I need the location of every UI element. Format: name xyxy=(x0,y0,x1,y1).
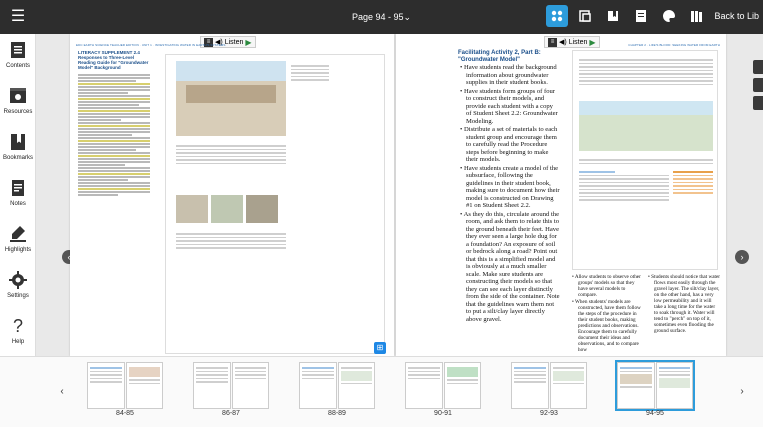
thumbnail-90-91[interactable]: 90-91 xyxy=(398,362,488,418)
layout-icon[interactable] xyxy=(546,5,569,27)
speaker-icon: ◀) xyxy=(559,39,567,46)
running-head-right: CHAPTER 2 · LIFE'S BLOOD: SEEKING WATER … xyxy=(628,43,720,47)
instruction-item: • As they do this, circulate around the … xyxy=(460,210,560,323)
thumbnail-label: 90-91 xyxy=(434,410,452,417)
thumbnails-next-button[interactable]: › xyxy=(736,382,748,402)
zoom-icon[interactable] xyxy=(753,60,763,74)
page-grid-button[interactable]: ⊞ xyxy=(374,342,386,354)
palette-icon[interactable] xyxy=(658,5,680,27)
listen-button[interactable]: Listen xyxy=(569,39,588,46)
highlights-icon xyxy=(10,226,26,242)
sidebar-item-resources[interactable]: Resources xyxy=(0,86,36,134)
sidebar-item-contents[interactable]: Contents xyxy=(0,40,36,88)
thumbnail-94-95[interactable]: 94-95 xyxy=(610,360,700,418)
help-icon: ? xyxy=(12,316,23,336)
tool-icon[interactable] xyxy=(753,78,763,92)
next-page-button[interactable]: › xyxy=(735,250,749,264)
thumbnail-86-87[interactable]: 86-87 xyxy=(186,362,276,418)
thumbnail-label: 84-85 xyxy=(116,410,134,417)
thumbnails-previous-button[interactable]: ‹ xyxy=(56,382,68,402)
tabs-icon[interactable] xyxy=(574,5,596,27)
sidebar-item-highlights[interactable]: Highlights xyxy=(0,224,36,272)
bookmark-icon[interactable] xyxy=(602,5,624,27)
instruction-item: • Have students form groups of four to c… xyxy=(460,87,558,125)
thumbnail-label: 88-89 xyxy=(328,410,346,417)
left-page: ≡ ◀) Listen ▶ EDC EARTH SCIENCE TEACHER … xyxy=(70,34,394,356)
supplement-title: LITERACY SUPPLEMENT 2.4 Responses to Thr… xyxy=(78,50,149,70)
thumbnail-label: 92-93 xyxy=(540,410,558,417)
instruction-item: • Have students read the background info… xyxy=(460,64,557,86)
notes-icon[interactable] xyxy=(630,5,652,27)
thumbnail-84-85[interactable]: 84-85 xyxy=(80,362,170,418)
right-page: ≡ ◀) Listen ▶ CHAPTER 2 · LIFE'S BLOOD: … xyxy=(396,34,726,356)
sidebar-item-label: Resources xyxy=(3,109,33,115)
notes-icon xyxy=(12,180,24,196)
activity-title: Facilitating Activity 2, Part B: "Ground… xyxy=(458,50,541,63)
instruction-item: • When students' models are constructed,… xyxy=(572,299,641,353)
play-icon[interactable]: ▶ xyxy=(245,38,251,47)
library-icon[interactable] xyxy=(686,5,708,27)
sidebar-item-notes[interactable]: Notes xyxy=(0,178,36,226)
sidebar-item-bookmarks[interactable]: Bookmarks xyxy=(0,132,36,180)
sidebar-item-label: Bookmarks xyxy=(2,155,33,161)
bottom-column-1: • Allow students to observe other groups… xyxy=(572,274,642,354)
instruction-item: • Have students create a model of the su… xyxy=(460,164,560,210)
thumbnail-label: 94-95 xyxy=(646,410,664,417)
sidebar-item-label: Help xyxy=(11,339,25,345)
instruction-item: • Distribute a set of materials to each … xyxy=(460,126,558,163)
right-tools xyxy=(753,60,763,114)
play-icon[interactable]: ▶ xyxy=(589,38,595,47)
top-toolbar: Back to Lib xyxy=(546,5,763,27)
thumbnail-strip: ‹ › 84-85 86-87 88-89 90-91 92-93 94-95 xyxy=(0,356,763,427)
bookmarks-icon xyxy=(11,134,25,150)
sidebar-item-label: Notes xyxy=(10,201,26,207)
thumbnail-label: 86-87 xyxy=(222,410,240,417)
thumbnail-88-89[interactable]: 88-89 xyxy=(292,362,382,418)
reader-area: ‹ › ≡ ◀) Listen ▶ EDC EARTH SCIENCE TEAC… xyxy=(36,34,763,356)
sidebar-item-label: Highlights xyxy=(4,247,32,253)
listen-button[interactable]: Listen xyxy=(225,39,244,46)
resources-icon xyxy=(10,88,26,103)
sidebar-item-settings[interactable]: Settings xyxy=(0,270,36,318)
bottom-column-2: • Students should notice that water flow… xyxy=(648,274,720,335)
instruction-item: • Allow students to observe other groups… xyxy=(572,274,641,298)
instruction-item: • Students should notice that water flow… xyxy=(648,274,720,334)
running-head-left: EDC EARTH SCIENCE TEACHER EDITION · UNIT… xyxy=(76,43,226,47)
top-bar: ☰ Page 94 - 95⌄ Back to Lib xyxy=(0,0,763,34)
sidebar-item-label: Contents xyxy=(5,63,30,69)
back-to-library-button[interactable]: Back to Lib xyxy=(714,11,759,21)
thumbnail-92-93[interactable]: 92-93 xyxy=(504,362,594,418)
listen-toolbar-right: ≡ ◀) Listen ▶ xyxy=(544,36,600,48)
activity-instructions: • Have students read the background info… xyxy=(460,64,560,324)
text-menu-icon[interactable]: ≡ xyxy=(548,37,557,47)
sidebar-item-label: Settings xyxy=(7,293,29,299)
settings-icon xyxy=(9,271,27,289)
tool-icon[interactable] xyxy=(753,96,763,110)
contents-icon xyxy=(11,42,25,58)
